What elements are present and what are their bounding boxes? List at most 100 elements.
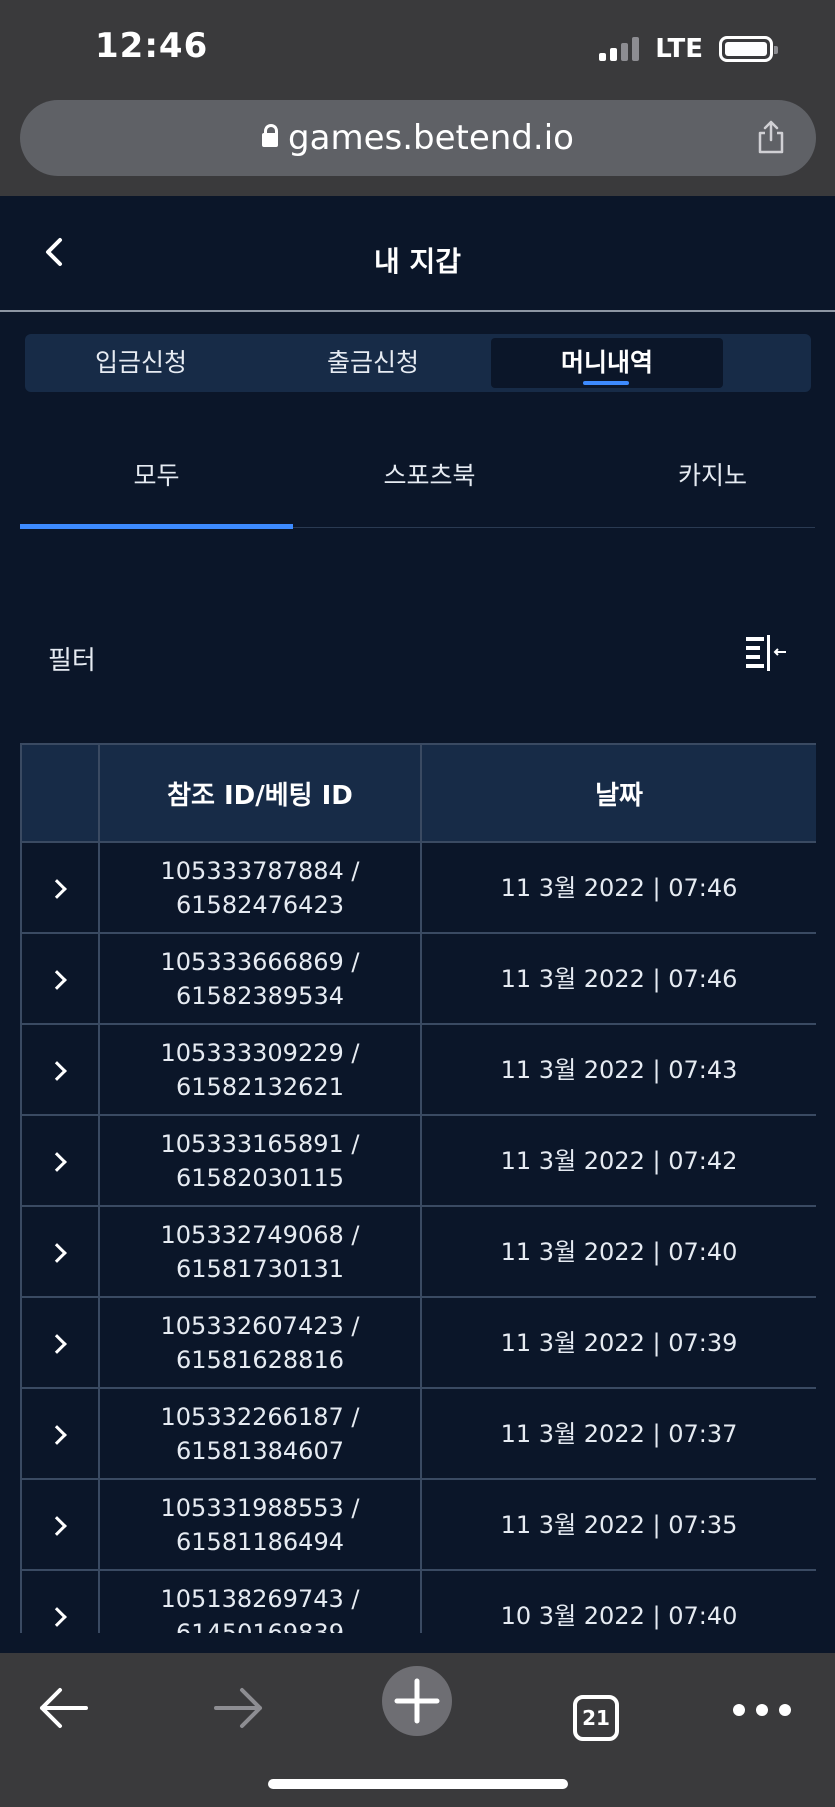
wallet-segment-tabs: 입금신청 출금신청 머니내역 (25, 334, 811, 392)
active-tab-underline (583, 381, 629, 385)
date-cell: 11 3월 2022 | 07:35 (420, 1478, 816, 1571)
date-cell: 11 3월 2022 | 07:46 (420, 932, 816, 1025)
reference-id-cell: 105332749068 / 61581730131 (98, 1205, 422, 1298)
header-reference-id: 참조 ID/베팅 ID (98, 743, 422, 843)
chevron-right-icon[interactable] (47, 1424, 67, 1445)
date-cell: 11 3월 2022 | 07:37 (420, 1387, 816, 1480)
status-time: 12:46 (95, 26, 209, 66)
tab-withdraw-request[interactable]: 출금신청 (257, 338, 489, 388)
status-indicators: LTE (599, 34, 778, 64)
date-cell: 11 3월 2022 | 07:42 (420, 1114, 816, 1207)
chevron-right-icon[interactable] (47, 1242, 67, 1263)
category-tabs: 모두 스포츠북 카지노 (20, 440, 815, 529)
page-title: 내 지갑 (373, 245, 462, 278)
tabs-count-button[interactable]: 21 (573, 1695, 619, 1741)
bet-id: 61582476423 (176, 890, 344, 919)
row-expand-cell[interactable] (20, 932, 100, 1025)
row-expand-cell[interactable] (20, 1023, 100, 1116)
app-header: 내 지갑 (0, 196, 835, 312)
header-expand (20, 743, 100, 843)
chevron-right-icon[interactable] (47, 1060, 67, 1081)
new-tab-plus-icon[interactable] (381, 1665, 453, 1737)
active-subtab-indicator (20, 524, 293, 529)
table-row[interactable]: 105332607423 / 61581628816 11 3월 2022 | 07… (20, 1296, 816, 1389)
table-row[interactable]: 105333666869 / 61582389534 11 3월 2022 | 07… (20, 932, 816, 1025)
reference-id-cell: 105333165891 / 61582030115 (98, 1114, 422, 1207)
bet-id: 61450169839 (176, 1618, 344, 1634)
row-expand-cell[interactable] (20, 1478, 100, 1571)
share-icon[interactable] (756, 120, 786, 154)
browser-back-icon[interactable] (36, 1683, 90, 1733)
network-label: LTE (655, 34, 703, 64)
reference-id: 105138269743 / (160, 1584, 360, 1613)
header-date: 날짜 (420, 743, 816, 843)
reference-id: 105333309229 / (160, 1038, 360, 1067)
url-text: games.betend.io (288, 118, 574, 158)
bet-id: 61582030115 (176, 1163, 344, 1192)
reference-id-cell: 105333787884 / 61582476423 (98, 841, 422, 934)
date-cell: 10 3월 2022 | 07:40 (420, 1569, 816, 1633)
row-expand-cell[interactable] (20, 1296, 100, 1389)
subtab-all[interactable]: 모두 (20, 456, 293, 492)
date-cell: 11 3월 2022 | 07:46 (420, 841, 816, 934)
bet-id: 61581628816 (176, 1345, 344, 1374)
reference-id-cell: 105332266187 / 61581384607 (98, 1387, 422, 1480)
date-cell: 11 3월 2022 | 07:40 (420, 1205, 816, 1298)
table-header-row: 참조 ID/베팅 ID 날짜 (20, 743, 816, 843)
row-expand-cell[interactable] (20, 1114, 100, 1207)
table-row[interactable]: 105333309229 / 61582132621 11 3월 2022 | 07… (20, 1023, 816, 1116)
reference-id-cell: 105333666869 / 61582389534 (98, 932, 422, 1025)
tab-money-history[interactable]: 머니내역 (491, 338, 723, 388)
reference-id: 105333165891 / (160, 1129, 360, 1158)
row-expand-cell[interactable] (20, 1205, 100, 1298)
table-row[interactable]: 105138269743 / 61450169839 10 3월 2022 | 07… (20, 1569, 816, 1634)
browser-bottom-toolbar: 21 (0, 1653, 835, 1807)
bet-id: 61581384607 (176, 1436, 344, 1465)
chevron-right-icon[interactable] (47, 1151, 67, 1172)
battery-icon (719, 36, 778, 62)
reference-id: 105331988553 / (160, 1493, 360, 1522)
bet-id: 61581186494 (176, 1527, 344, 1556)
filter-label[interactable]: 필터 (48, 640, 96, 677)
tab-deposit-request[interactable]: 입금신청 (25, 338, 257, 388)
lock-icon (262, 124, 279, 147)
reference-id: 105332266187 / (160, 1402, 360, 1431)
chevron-right-icon[interactable] (47, 1515, 67, 1536)
chevron-right-icon[interactable] (47, 1606, 67, 1627)
date-cell: 11 3월 2022 | 07:39 (420, 1296, 816, 1389)
home-indicator (268, 1779, 568, 1789)
reference-id: 105333787884 / (160, 856, 360, 885)
table-row[interactable]: 105331988553 / 61581186494 11 3월 2022 | 07… (20, 1478, 816, 1571)
filter-toggle-icon[interactable] (744, 633, 788, 673)
subtab-sportsbook[interactable]: 스포츠북 (293, 456, 566, 492)
more-menu-icon[interactable] (732, 1703, 792, 1717)
table-row[interactable]: 105332749068 / 61581730131 11 3월 2022 | 07… (20, 1205, 816, 1298)
tab-money-history-label: 머니내역 (560, 348, 653, 377)
bet-id: 61582132621 (176, 1072, 344, 1101)
signal-icon (599, 37, 640, 61)
reference-id: 105332749068 / (160, 1220, 360, 1249)
chevron-right-icon[interactable] (47, 1333, 67, 1354)
table-row[interactable]: 105332266187 / 61581384607 11 3월 2022 | 07… (20, 1387, 816, 1480)
history-table: 참조 ID/베팅 ID 날짜 105333787884 / 61582476423… (20, 743, 816, 1633)
reference-id-cell: 105138269743 / 61450169839 (98, 1569, 422, 1634)
browser-forward-icon[interactable] (212, 1683, 266, 1733)
bet-id: 61581730131 (176, 1254, 344, 1283)
reference-id-cell: 105332607423 / 61581628816 (98, 1296, 422, 1389)
reference-id: 105332607423 / (160, 1311, 360, 1340)
reference-id-cell: 105331988553 / 61581186494 (98, 1478, 422, 1571)
row-expand-cell[interactable] (20, 841, 100, 934)
browser-top-bar: 12:46 LTE games.betend.io (0, 0, 835, 196)
date-cell: 11 3월 2022 | 07:43 (420, 1023, 816, 1116)
bet-id: 61582389534 (176, 981, 344, 1010)
subtab-casino[interactable]: 카지노 (610, 456, 815, 492)
chevron-right-icon[interactable] (47, 969, 67, 990)
row-expand-cell[interactable] (20, 1387, 100, 1480)
reference-id-cell: 105333309229 / 61582132621 (98, 1023, 422, 1116)
reference-id: 105333666869 / (160, 947, 360, 976)
address-bar[interactable]: games.betend.io (20, 100, 816, 176)
table-row[interactable]: 105333787884 / 61582476423 11 3월 2022 | 07… (20, 841, 816, 934)
chevron-right-icon[interactable] (47, 878, 67, 899)
row-expand-cell[interactable] (20, 1569, 100, 1633)
table-row[interactable]: 105333165891 / 61582030115 11 3월 2022 | 07… (20, 1114, 816, 1207)
